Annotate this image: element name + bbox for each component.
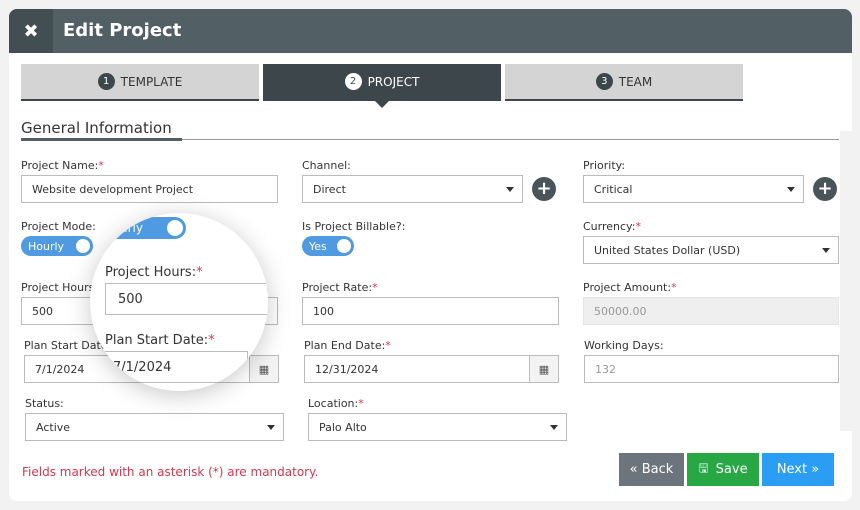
project-amount-label: Project Amount:* [583, 281, 677, 294]
tab-template[interactable]: 1 TEMPLATE [21, 64, 259, 101]
priority-select[interactable]: Critical [583, 175, 804, 203]
currency-label: Currency:* [583, 220, 641, 233]
chevron-down-icon [787, 187, 795, 192]
status-select[interactable]: Active [25, 413, 284, 441]
magnifier-overlay: urly Project Hours:* 500 Plan Start Date… [90, 213, 268, 391]
chevron-down-icon [506, 187, 514, 192]
chevron-down-icon [267, 425, 275, 430]
scroll-track [840, 131, 852, 431]
location-label: Location:* [308, 397, 364, 410]
tab-label: PROJECT [367, 74, 420, 89]
tab-label: TEMPLATE [120, 74, 183, 89]
toggle-knob [337, 239, 351, 253]
step-number: 1 [97, 73, 115, 90]
toggle-knob [167, 220, 183, 236]
magnified-mode-toggle: urly [90, 217, 186, 239]
step-number: 3 [595, 73, 613, 90]
save-button[interactable]: 🖫 Save [687, 453, 759, 486]
project-mode-label: Project Mode: [21, 220, 96, 233]
magnified-start-label: Plan Start Date:* [105, 333, 215, 348]
billable-label: Is Project Billable?: [302, 220, 406, 233]
save-icon: 🖫 [698, 461, 709, 475]
plan-end-date-label: Plan End Date:* [304, 339, 391, 352]
status-label: Status: [25, 397, 64, 410]
location-select[interactable]: Palo Alto [308, 413, 567, 441]
plus-icon: + [536, 178, 552, 199]
modal-header: ✖ Edit Project [9, 9, 852, 53]
add-channel-button[interactable]: + [532, 177, 556, 201]
channel-label: Channel: [302, 159, 351, 172]
calendar-icon[interactable]: ▦ [249, 356, 278, 382]
project-rate-label: Project Rate:* [302, 281, 378, 294]
close-icon[interactable]: ✖ [9, 9, 53, 53]
magnified-hours-input: 500 [105, 283, 268, 315]
tab-project[interactable]: 2 PROJECT [263, 64, 501, 108]
currency-select[interactable]: United States Dollar (USD) [583, 236, 839, 264]
project-rate-input[interactable]: 100 [302, 297, 559, 325]
tab-label: TEAM [618, 74, 653, 89]
magnified-start-input: 7/1/2024 [90, 351, 248, 383]
channel-select[interactable]: Direct [302, 175, 523, 203]
section-underline [21, 138, 182, 141]
next-button[interactable]: Next » [762, 453, 834, 486]
working-days-input[interactable]: 132 [584, 355, 839, 383]
back-button[interactable]: « Back [619, 453, 684, 486]
tab-team[interactable]: 3 TEAM [505, 64, 743, 101]
project-name-label: Project Name:* [21, 159, 104, 172]
project-mode-toggle[interactable]: Hourly [21, 236, 93, 256]
working-days-label: Working Days: [584, 339, 664, 352]
plan-end-date-input[interactable]: 12/31/2024 ▦ [304, 355, 559, 383]
step-number: 2 [344, 73, 362, 90]
chevron-down-icon [550, 425, 558, 430]
calendar-icon[interactable]: ▦ [529, 356, 558, 382]
project-name-input[interactable]: Website development Project [21, 175, 278, 203]
save-label: Save [715, 462, 748, 477]
project-amount-input: 50000.00 [583, 297, 839, 325]
magnified-hours-label: Project Hours:* [105, 265, 203, 280]
priority-label: Priority: [583, 159, 626, 172]
toggle-knob [76, 239, 90, 253]
chevron-down-icon [822, 248, 830, 253]
billable-toggle[interactable]: Yes [302, 236, 354, 256]
plus-icon: + [817, 178, 833, 199]
section-title: General Information [21, 119, 172, 137]
modal-title: Edit Project [63, 20, 182, 41]
add-priority-button[interactable]: + [813, 177, 837, 201]
mandatory-note: Fields marked with an asterisk (*) are m… [22, 465, 319, 479]
wizard-tabs: 1 TEMPLATE 2 PROJECT 3 TEAM [21, 64, 747, 108]
